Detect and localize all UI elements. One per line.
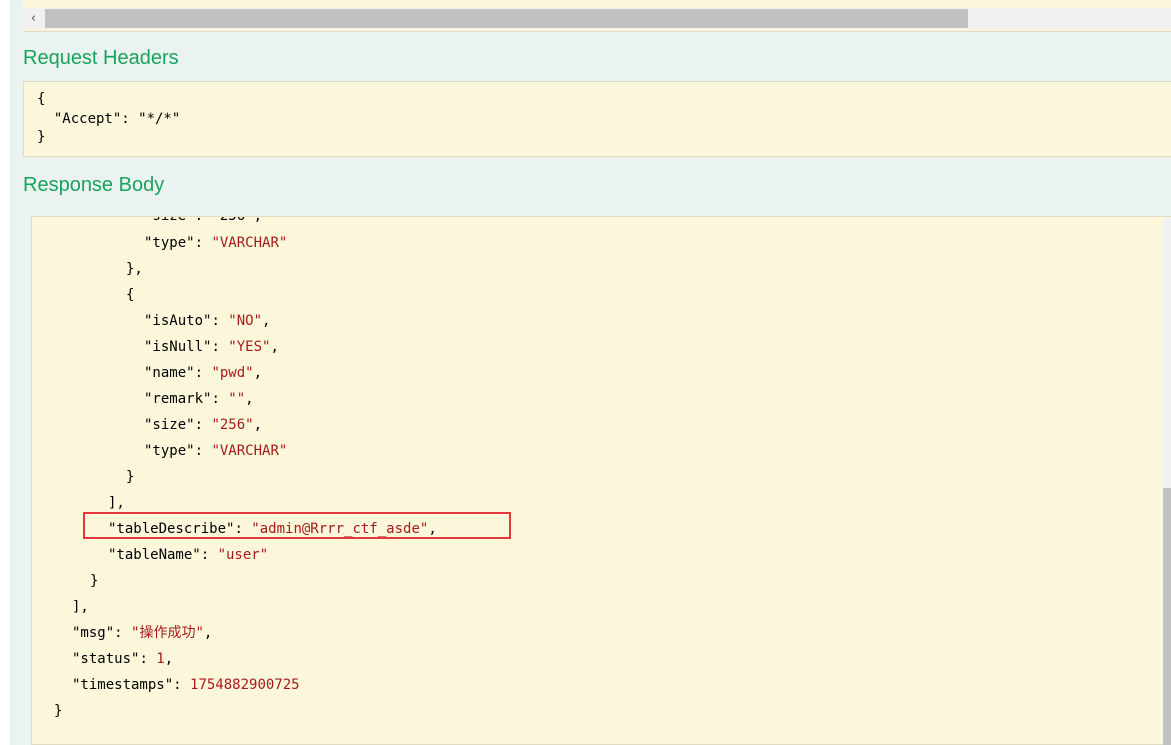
code-line: } [90,573,99,589]
json-key: "isNull" [144,339,212,355]
code-line: "status": 1, [72,651,174,667]
json-key: "tableName" [108,547,201,563]
response-body-code: "size": "256", "type": "VARCHAR" }, { "i… [31,216,1171,745]
json-key: "type" [144,235,195,251]
code-line: "name": "pwd", [144,365,263,381]
json-key: "isAuto" [144,313,212,329]
json-value: "VARCHAR" [211,235,288,251]
code-line: "type": "VARCHAR" [144,235,288,251]
request-headers-code: { "Accept": "*/*" } [23,81,1171,157]
json-value: "NO" [228,313,263,329]
vertical-scrollbar[interactable] [1163,218,1171,745]
json-value: "user" [217,547,269,563]
json-key: "size" [144,417,195,433]
horizontal-scrollbar-thumb[interactable] [45,9,968,28]
json-key: "timestamps" [72,677,174,693]
response-body-title: Response Body [23,174,165,196]
json-value: "" [228,391,246,407]
json-value: "256" [211,417,254,433]
highlight-box-annotation [83,512,511,539]
json-key: "type" [144,443,195,459]
code-line: "isNull": "YES", [144,339,279,355]
code-line-partial: "size": "256", [144,216,263,224]
code-line: "Accept": "*/*" [37,111,181,127]
json-key: "status" [72,651,140,667]
json-value: 1754882900725 [190,677,300,693]
code-line: { [37,91,46,107]
json-value: "pwd" [211,365,254,381]
horizontal-scrollbar[interactable]: ‹ [23,8,1171,29]
code-line: ], [72,599,89,615]
json-value: "VARCHAR" [211,443,288,459]
json-value: 1 [156,651,165,667]
code-line: "msg": "操作成功", [72,625,213,641]
scroll-left-arrow-icon[interactable]: ‹ [23,8,44,29]
code-line: "tableName": "user" [108,547,269,563]
code-line: } [54,703,63,719]
code-line: "remark": "", [144,391,254,407]
code-line: "size": "256", [144,417,263,433]
json-value: "YES" [228,339,271,355]
request-headers-title: Request Headers [23,47,179,69]
code-line: "timestamps": 1754882900725 [72,677,300,693]
code-line: } [126,469,135,485]
json-value: "操作成功" [131,625,204,641]
left-border [0,0,10,745]
vertical-scrollbar-thumb[interactable] [1163,488,1171,745]
json-key: "msg" [72,625,115,641]
code-line: } [37,129,46,145]
json-key: "name" [144,365,195,381]
json-key: "remark" [144,391,212,407]
code-line: "isAuto": "NO", [144,313,271,329]
code-line: { [126,287,135,303]
code-line: "type": "VARCHAR" [144,443,288,459]
code-line: }, [126,261,143,277]
